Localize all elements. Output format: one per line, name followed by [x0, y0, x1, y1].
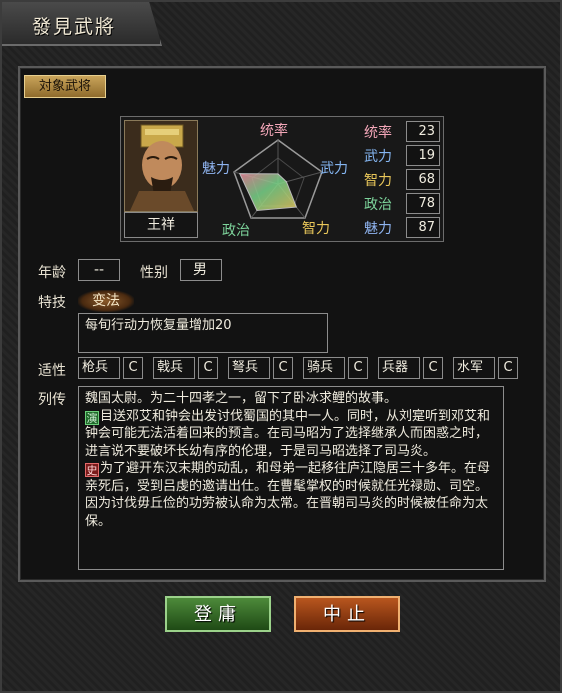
radar-label-mei: 魅力	[202, 161, 230, 177]
aptitude-name-navy: 水军	[453, 357, 495, 379]
stat-value-zheng: 78	[406, 193, 440, 214]
stat-row-zheng: 政治 78	[358, 192, 442, 216]
radar-value-shape	[238, 173, 298, 212]
stat-label-mei: 魅力	[364, 221, 392, 237]
stat-row-wu: 武力 19	[358, 144, 442, 168]
stat-row-tong: 统率 23	[358, 120, 442, 144]
skill-description: 每旬行动力恢复量增加20	[78, 313, 328, 353]
stat-value-mei: 87	[406, 217, 440, 238]
bio-label: 列传	[38, 392, 66, 408]
stat-value-zhi: 68	[406, 169, 440, 190]
aptitude-name-cavalry: 骑兵	[303, 357, 345, 379]
romance-icon: 演	[85, 410, 99, 425]
bio-romance-text: 目送邓艾和钟会出发讨伐蜀国的其中一人。同时，从刘寔听到邓艾和钟会可能无法活着回来…	[85, 408, 491, 459]
bio-history-section: 史为了避开东汉末期的动乱，和母弟一起移往庐江隐居三十多年。在母亲死后，受到吕虔的…	[85, 460, 497, 530]
aptitude-name-halberd: 戟兵	[153, 357, 195, 379]
stat-row-mei: 魅力 87	[358, 216, 442, 240]
aptitude-grade-halberd: C	[198, 357, 218, 379]
age-value: --	[78, 259, 120, 281]
stat-label-wu: 武力	[364, 149, 392, 165]
stats-table: 统率 23 武力 19 智力 68 政治 78 魅力 87	[358, 120, 442, 240]
age-label: 年龄	[38, 265, 66, 281]
stat-label-zheng: 政治	[364, 197, 392, 213]
stat-label-zhi: 智力	[364, 173, 392, 189]
aptitude-grade-navy: C	[498, 357, 518, 379]
cancel-button[interactable]: 中止	[294, 596, 400, 632]
aptitude-grade-spear: C	[123, 357, 143, 379]
gender-label: 性别	[140, 265, 168, 281]
radar-label-wu: 武力	[320, 161, 348, 177]
radar-label-zheng: 政治	[222, 223, 250, 239]
stat-label-tong: 统率	[364, 125, 392, 141]
stat-value-wu: 19	[406, 145, 440, 166]
general-portrait	[124, 120, 198, 212]
aptitude-grade-cavalry: C	[348, 357, 368, 379]
history-icon: 史	[85, 463, 99, 477]
stat-value-tong: 23	[406, 121, 440, 142]
bio-intro: 魏国太尉。为二十四孝之一，留下了卧冰求鲤的故事。	[85, 391, 398, 406]
general-name: 王祥	[124, 212, 198, 238]
aptitude-grade-crossbow: C	[273, 357, 293, 379]
aptitude-name-crossbow: 弩兵	[228, 357, 270, 379]
window-title: 發見武將	[32, 16, 117, 38]
gender-value: 男	[180, 259, 222, 281]
skill-label: 特技	[38, 295, 66, 311]
recruit-button[interactable]: 登庸	[165, 596, 271, 632]
bio-romance-section: 演目送邓艾和钟会出发讨伐蜀国的其中一人。同时，从刘寔听到邓艾和钟会可能无法活着回…	[85, 408, 497, 461]
skill-name: 变法	[78, 290, 134, 312]
aptitude-name-spear: 枪兵	[78, 357, 120, 379]
aptitude-grade-siege: C	[423, 357, 443, 379]
stat-row-zhi: 智力 68	[358, 168, 442, 192]
dialog-window: 發見武將 対象武将 王祥 统率 武力 智力 政治 魅力 统率 23 武力 19 …	[0, 0, 562, 693]
aptitude-name-siege: 兵器	[378, 357, 420, 379]
bio-history-text: 为了避开东汉末期的动乱，和母弟一起移往庐江隐居三十多年。在母亲死后，受到吕虔的邀…	[85, 461, 491, 529]
target-general-tag: 対象武将	[24, 75, 106, 98]
radar-label-tong: 统率	[260, 123, 288, 139]
radar-label-zhi: 智力	[302, 221, 330, 237]
stats-radar: 统率 武力 智力 政治 魅力	[198, 118, 358, 240]
biography-text[interactable]: 魏国太尉。为二十四孝之一，留下了卧冰求鲤的故事。 演目送邓艾和钟会出发讨伐蜀国的…	[78, 386, 504, 570]
aptitude-label: 适性	[38, 363, 66, 379]
